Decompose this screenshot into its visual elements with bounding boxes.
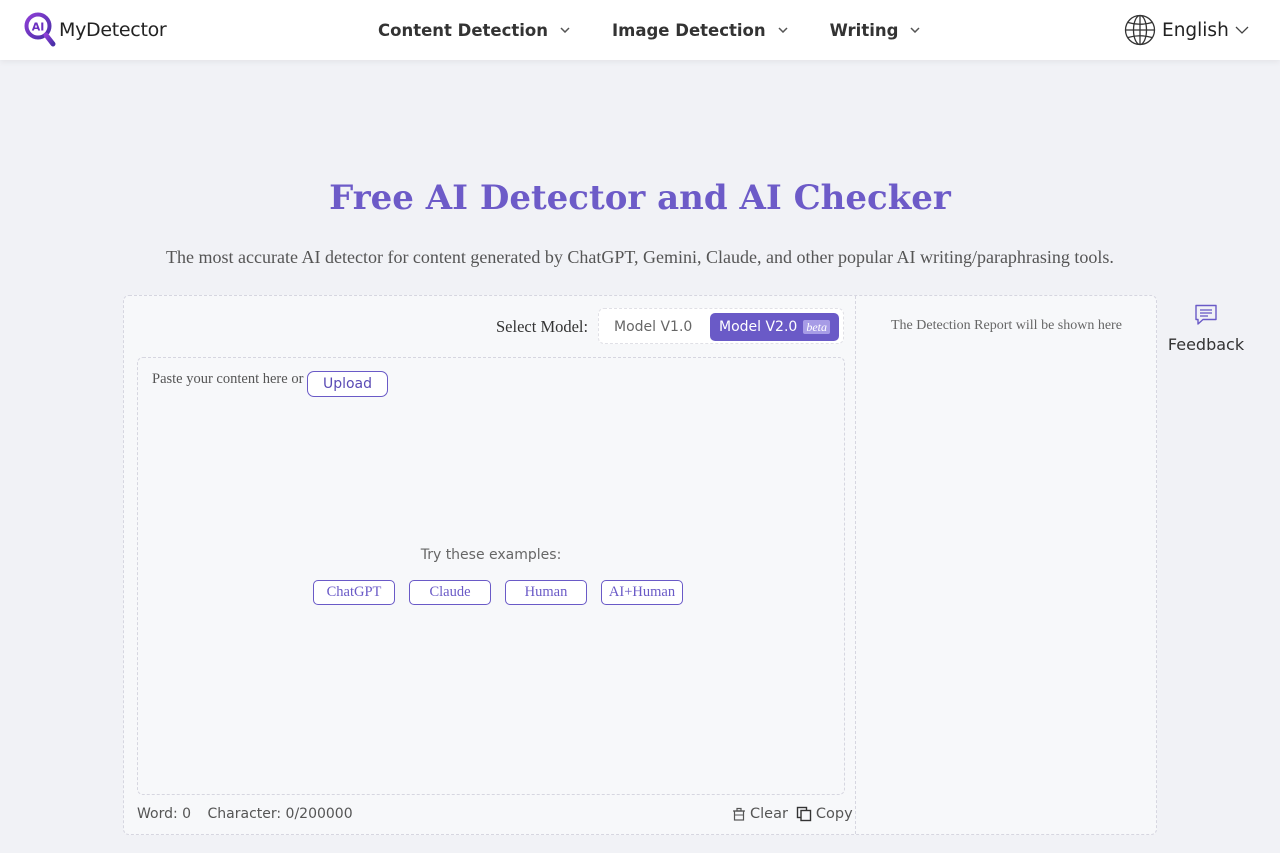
chevron-down-icon — [778, 27, 788, 33]
select-model-label: Select Model: — [496, 317, 589, 336]
nav-label: Image Detection — [612, 20, 766, 40]
report-placeholder: The Detection Report will be shown here — [891, 318, 1122, 333]
example-human-button[interactable]: Human — [505, 580, 587, 605]
nav-image-detection[interactable]: Image Detection — [612, 21, 788, 40]
upload-button[interactable]: Upload — [307, 371, 388, 397]
message-icon — [1195, 304, 1217, 325]
copy-label: Copy — [815, 806, 853, 822]
model-v1-option[interactable]: Model V1.0 — [614, 319, 692, 335]
clear-label: Clear — [750, 806, 788, 822]
feedback-label: Feedback — [1167, 335, 1245, 354]
chevron-down-icon — [560, 27, 570, 33]
main-nav: Content Detection Image Detection Writin… — [378, 0, 962, 60]
top-header: AI MyDetector Content Detection Image De… — [0, 0, 1280, 60]
example-ai-human-button[interactable]: AI+Human — [601, 580, 683, 605]
input-pane: Select Model: Model V1.0 Model V2.0 beta… — [124, 296, 856, 834]
nav-label: Content Detection — [378, 20, 549, 40]
nav-label: Writing — [829, 20, 899, 40]
character-count: Character: 0/200000 — [207, 806, 353, 822]
language-label: English — [1162, 19, 1229, 41]
page-title: Free AI Detector and AI Checker — [329, 178, 951, 218]
examples-row: ChatGPT Claude Human AI+Human — [313, 580, 697, 605]
word-count: Word: 0 — [137, 806, 192, 822]
globe-icon — [1124, 14, 1156, 46]
chevron-down-icon — [1235, 26, 1249, 34]
page-subtitle: The most accurate AI detector for conten… — [166, 247, 1114, 267]
counts: Word: 0 Character: 0/200000 — [137, 806, 365, 822]
language-selector[interactable]: English — [1124, 14, 1249, 46]
detector-card: Select Model: Model V1.0 Model V2.0 beta… — [123, 295, 1157, 835]
editor-tools: Clear Copy — [724, 806, 853, 822]
paste-placeholder: Paste your content here or — [152, 371, 304, 387]
copy-button[interactable]: Copy — [796, 806, 853, 822]
model-v2-option[interactable]: Model V2.0 beta — [710, 313, 839, 341]
magnifier-logo-icon: AI — [24, 12, 56, 48]
trash-icon — [733, 807, 745, 821]
example-chatgpt-button[interactable]: ChatGPT — [313, 580, 395, 605]
copy-icon — [796, 806, 812, 822]
model-switch: Model V1.0 Model V2.0 beta — [598, 308, 844, 344]
nav-writing[interactable]: Writing — [830, 21, 921, 40]
beta-badge: beta — [803, 320, 830, 334]
feedback-button[interactable]: Feedback — [1166, 304, 1246, 356]
nav-content-detection[interactable]: Content Detection — [378, 21, 570, 40]
model-v2-label: Model V2.0 — [719, 319, 798, 335]
svg-text:AI: AI — [32, 21, 45, 34]
example-claude-button[interactable]: Claude — [409, 580, 491, 605]
logo[interactable]: AI MyDetector — [24, 12, 167, 48]
chevron-down-icon — [910, 27, 920, 33]
examples-label: Try these examples: — [420, 547, 562, 563]
logo-text: MyDetector — [59, 19, 167, 41]
clear-button[interactable]: Clear — [732, 806, 788, 822]
content-textarea[interactable]: Paste your content here or Upload Try th… — [137, 357, 845, 795]
